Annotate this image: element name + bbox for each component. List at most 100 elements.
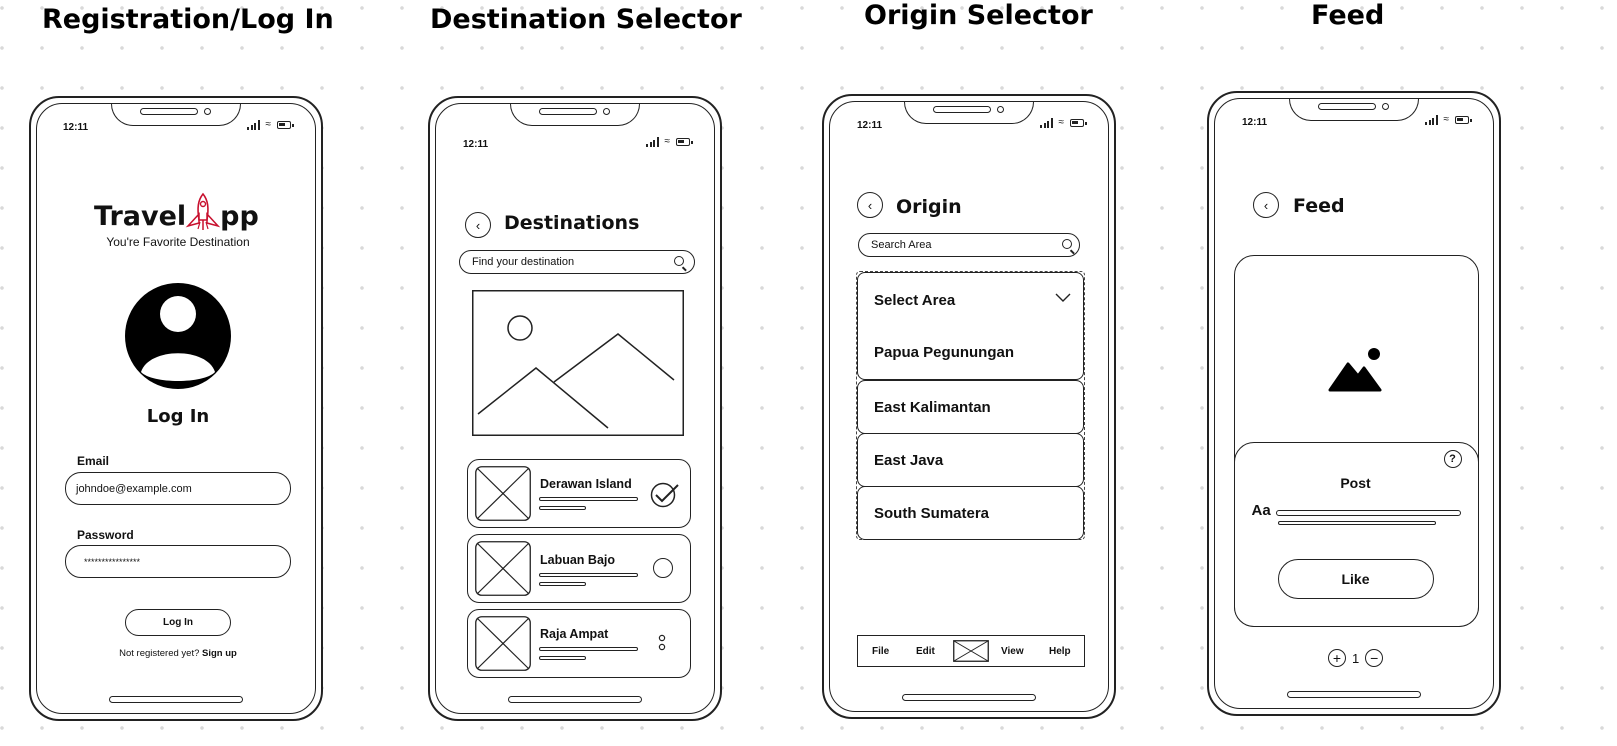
back-button[interactable]: ‹ xyxy=(1253,192,1279,218)
status-icons: ≈ xyxy=(1425,114,1472,125)
counter: + 1 − xyxy=(1328,649,1384,667)
help-icon[interactable]: ? xyxy=(1443,450,1462,468)
destination-name: Derawan Island xyxy=(540,477,632,491)
text-format-tool[interactable]: Aa xyxy=(1252,502,1271,519)
destination-card[interactable]: Derawan Island xyxy=(467,459,691,528)
login-button-label: Log In xyxy=(163,617,193,628)
email-value: johndoe@example.com xyxy=(76,482,192,495)
chevron-left-icon: ‹ xyxy=(475,217,481,233)
area-search-input[interactable]: Search Area xyxy=(858,233,1080,257)
menu-view[interactable]: View xyxy=(1001,646,1024,657)
select-area-label: Select Area xyxy=(874,291,956,309)
status-icons: ≈ xyxy=(1040,117,1087,128)
destination-name: Raja Ampat xyxy=(540,627,609,641)
area-option-label: East Java xyxy=(874,451,944,469)
screen-title-feed: Feed xyxy=(1311,0,1385,31)
wifi-icon: ≈ xyxy=(664,136,671,147)
menu-bar: File Edit View Help xyxy=(857,635,1085,667)
like-count: 1 xyxy=(1352,650,1360,666)
check-circle-icon[interactable] xyxy=(650,482,680,508)
password-field[interactable]: **************** xyxy=(65,545,291,578)
status-icons: ≈ xyxy=(646,136,693,147)
notch xyxy=(111,104,241,126)
like-button-label: Like xyxy=(1341,571,1370,587)
email-field[interactable]: johndoe@example.com xyxy=(65,472,291,505)
email-label: Email xyxy=(77,454,110,468)
menu-file[interactable]: File xyxy=(872,646,889,657)
area-option[interactable]: South Sumatera xyxy=(857,486,1084,540)
area-option[interactable]: East Java xyxy=(857,433,1084,487)
signal-icon xyxy=(646,137,659,147)
post-label: Post xyxy=(1340,475,1371,491)
battery-icon xyxy=(1455,116,1472,124)
area-option[interactable]: East Kalimantan xyxy=(857,380,1084,434)
screen-title-origin: Origin Selector xyxy=(864,0,1093,31)
status-icons: ≈ xyxy=(247,119,294,130)
status-time: 12:11 xyxy=(63,122,89,133)
home-indicator xyxy=(508,696,642,703)
thumbnail-placeholder-icon xyxy=(475,541,531,596)
back-button[interactable]: ‹ xyxy=(465,212,491,238)
home-indicator xyxy=(109,696,243,703)
post-composer: ? Post Aa Like xyxy=(1233,442,1479,627)
image-placeholder-icon xyxy=(472,290,684,436)
search-icon xyxy=(674,256,684,266)
signal-icon xyxy=(247,120,260,130)
wifi-icon: ≈ xyxy=(1443,114,1450,125)
area-option-label: South Sumatera xyxy=(874,504,990,522)
app-logo: Travel pp xyxy=(94,192,259,232)
password-label: Password xyxy=(77,528,134,542)
app-name-right: pp xyxy=(220,201,259,232)
minus-circle-icon[interactable]: − xyxy=(1365,649,1384,667)
status-time: 12:11 xyxy=(857,120,883,131)
menu-help[interactable]: Help xyxy=(1049,646,1071,657)
login-button[interactable]: Log In xyxy=(125,609,231,636)
signal-icon xyxy=(1425,115,1438,125)
destination-search-input[interactable]: Find your destination xyxy=(459,250,695,274)
destination-name: Labuan Bajo xyxy=(540,553,616,567)
app-name-left: Travel xyxy=(94,201,187,232)
tagline: You're Favorite Destination xyxy=(106,235,250,249)
page-title: Destinations xyxy=(504,212,640,234)
text-input-line xyxy=(1277,521,1436,525)
screen-title-destinations: Destination Selector xyxy=(430,4,742,35)
destination-card[interactable]: Raja Ampat xyxy=(467,609,691,678)
thumbnail-placeholder-icon xyxy=(475,466,531,521)
page-title: Feed xyxy=(1293,195,1345,217)
image-placeholder-icon xyxy=(953,640,989,662)
area-option[interactable]: Papua Pegunungan xyxy=(874,325,1014,379)
notch xyxy=(904,102,1034,124)
page-title: Origin xyxy=(896,196,962,218)
search-placeholder: Find your destination xyxy=(472,256,575,268)
chevron-left-icon: ‹ xyxy=(1263,197,1269,213)
wifi-icon: ≈ xyxy=(1058,117,1065,128)
menu-edit[interactable]: Edit xyxy=(916,646,935,657)
status-time: 12:11 xyxy=(463,139,489,150)
home-indicator xyxy=(1287,691,1421,698)
chevron-down-icon xyxy=(1055,293,1071,302)
phone-feed: 12:11 ≈ ‹ Feed ? Post Aa Like + 1 − xyxy=(1207,91,1501,716)
login-heading: Log In xyxy=(146,406,210,427)
radio-circle-icon[interactable] xyxy=(653,558,673,578)
rocket-icon xyxy=(185,192,221,230)
register-text: Not registered yet? xyxy=(119,648,200,659)
more-vertical-icon[interactable] xyxy=(658,634,666,654)
signup-link[interactable]: Sign up xyxy=(202,648,237,659)
avatar-icon xyxy=(125,283,231,389)
battery-icon xyxy=(676,138,693,146)
image-icon xyxy=(1328,348,1382,392)
plus-circle-icon[interactable]: + xyxy=(1328,649,1346,667)
like-button[interactable]: Like xyxy=(1277,559,1434,599)
search-icon xyxy=(1062,239,1072,249)
destination-card[interactable]: Labuan Bajo xyxy=(467,534,691,603)
thumbnail-placeholder-icon xyxy=(475,616,531,671)
notch xyxy=(1289,99,1419,121)
search-placeholder: Search Area xyxy=(871,239,932,251)
select-area-box[interactable]: Select Area Papua Pegunungan xyxy=(857,272,1084,380)
phone-destinations: 12:11 ≈ ‹ Destinations Find your destina… xyxy=(428,96,722,721)
home-indicator xyxy=(902,694,1036,701)
text-input-line[interactable] xyxy=(1275,510,1461,516)
wifi-icon: ≈ xyxy=(265,119,272,130)
back-button[interactable]: ‹ xyxy=(857,192,883,218)
status-time: 12:11 xyxy=(1242,117,1268,128)
